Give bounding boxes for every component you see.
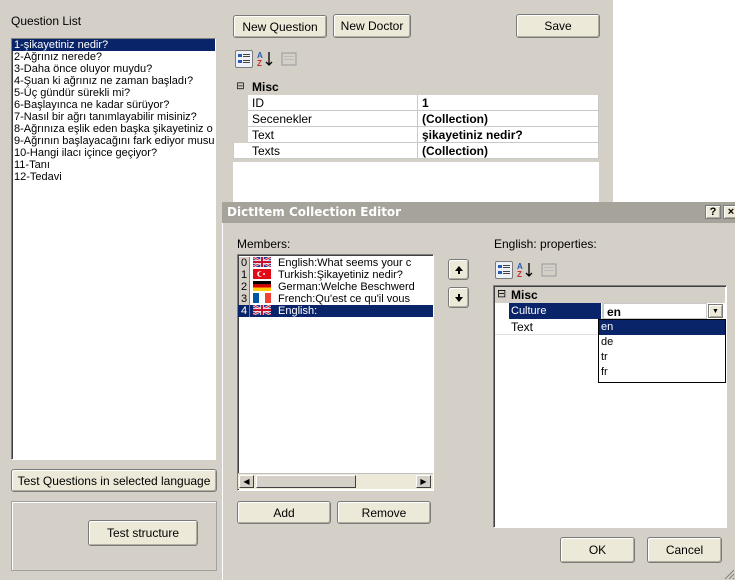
- member-index: 4: [239, 305, 250, 317]
- arrow-down-icon: [454, 293, 463, 302]
- svg-text:Z: Z: [257, 59, 262, 68]
- property-name: Texts: [233, 142, 418, 159]
- new-doctor-button[interactable]: New Doctor: [333, 14, 411, 38]
- remove-button[interactable]: Remove: [337, 501, 431, 524]
- cancel-button[interactable]: Cancel: [647, 537, 722, 563]
- question-list-item[interactable]: 5-Üç gündür sürekli mi?: [12, 87, 215, 99]
- dropdown-arrow-icon[interactable]: ▼: [708, 304, 723, 318]
- scroll-thumb[interactable]: [256, 475, 356, 488]
- property-name-text: Text: [511, 320, 534, 334]
- question-list[interactable]: 1-şikayetiniz nedir? 2-Ağrınız nerede? 3-D…: [11, 38, 216, 460]
- member-index: 1: [239, 269, 250, 281]
- dialog-title: DictItem Collection Editor: [227, 205, 402, 219]
- save-button[interactable]: Save: [516, 14, 600, 38]
- properties-label: English: properties:: [494, 237, 597, 251]
- prop-row-culture[interactable]: Culture en ▼: [495, 303, 725, 319]
- property-grid-body: [233, 162, 599, 205]
- question-list-item[interactable]: 10-Hangi ilacı içince geçiyor?: [12, 147, 215, 159]
- help-button[interactable]: ?: [705, 205, 721, 219]
- culture-option[interactable]: fr: [599, 365, 725, 380]
- question-list-item[interactable]: 7-Nasıl bir ağrı tanımlayabilir misiniz?: [12, 111, 215, 123]
- property-value[interactable]: şikayetiniz nedir?: [417, 126, 599, 143]
- property-name: ID: [247, 94, 418, 111]
- property-value[interactable]: (Collection): [417, 110, 599, 127]
- question-list-item[interactable]: 3-Daha önce oluyor muydu?: [12, 63, 215, 75]
- culture-dropdown-list[interactable]: en de tr fr: [598, 319, 726, 383]
- member-index: 3: [239, 293, 250, 305]
- move-up-button[interactable]: [448, 259, 469, 280]
- property-row[interactable]: ID 1: [233, 94, 599, 111]
- culture-option[interactable]: tr: [599, 350, 725, 365]
- collapse-icon[interactable]: ⊟: [497, 287, 506, 300]
- alphabetical-sort-icon[interactable]: AZ: [256, 50, 274, 68]
- member-text: English:What seems your c: [278, 257, 412, 269]
- property-row[interactable]: Secenekler (Collection): [233, 110, 599, 127]
- member-item[interactable]: 3 French:Qu'est ce qu'il vous: [238, 293, 433, 305]
- member-text: Turkish:Şikayetiniz nedir?: [278, 269, 403, 281]
- test-structure-button[interactable]: Test structure: [88, 520, 198, 546]
- main-property-grid[interactable]: ⊟ Misc ID 1 Secenekler (Collection) Text…: [233, 78, 599, 159]
- property-row[interactable]: Text şikayetiniz nedir?: [233, 126, 599, 143]
- question-list-item[interactable]: 12-Tedavi: [12, 171, 215, 183]
- flag-de-icon: [253, 281, 273, 292]
- question-list-item[interactable]: 6-Başlayınca ne kadar sürüyor?: [12, 99, 215, 111]
- culture-option[interactable]: en: [599, 320, 725, 335]
- member-item[interactable]: 0 English:What seems your c: [238, 257, 433, 269]
- question-list-title: Question List: [11, 14, 82, 28]
- categorized-view-icon[interactable]: [495, 261, 513, 279]
- flag-tr-icon: [253, 269, 273, 280]
- members-hscrollbar[interactable]: ◀ ▶: [238, 473, 433, 489]
- svg-text:Z: Z: [517, 270, 522, 279]
- property-name: Secenekler: [247, 110, 418, 127]
- member-index: 2: [239, 281, 250, 293]
- scroll-left-icon[interactable]: ◀: [239, 475, 254, 488]
- resize-grip-icon[interactable]: [722, 567, 735, 580]
- test-questions-button[interactable]: Test Questions in selected language: [11, 469, 217, 492]
- question-list-item[interactable]: 11-Tanı: [12, 159, 215, 171]
- flag-fr-icon: [253, 293, 273, 304]
- members-list[interactable]: 0 English:What seems your c 1 Turkish:Şikay…: [237, 254, 434, 491]
- question-list-item[interactable]: 4-Şuan ki ağrınız ne zaman başladı?: [12, 75, 215, 87]
- property-name-culture: Culture: [509, 303, 601, 319]
- member-text: English:: [278, 305, 318, 317]
- collapse-icon[interactable]: ⊟: [233, 78, 248, 95]
- main-panel-edge: [613, 0, 735, 205]
- member-item[interactable]: 1 Turkish:Şikayetiniz nedir?: [238, 269, 433, 281]
- move-down-button[interactable]: [448, 287, 469, 308]
- question-list-item[interactable]: 2-Ağrınız nerede?: [12, 51, 215, 63]
- dialog-title-bar[interactable]: DictItem Collection Editor ? ×: [222, 202, 735, 223]
- culture-value[interactable]: en: [603, 303, 707, 319]
- flag-uk-icon: [252, 257, 273, 269]
- property-name: Text: [247, 126, 418, 143]
- arrow-up-icon: [454, 265, 463, 274]
- question-list-item[interactable]: 8-Ağrınıza eşlik eden başka şikayetiniz …: [12, 123, 215, 135]
- question-list-item[interactable]: 9-Ağrının başlayacağını fark ediyor musu…: [12, 135, 215, 147]
- member-text: French:Qu'est ce qu'il vous: [278, 293, 410, 305]
- prop-category-row: ⊟ Misc: [495, 287, 725, 303]
- culture-option[interactable]: de: [599, 335, 725, 350]
- category-misc: Misc: [247, 78, 599, 95]
- property-pages-icon: [540, 261, 558, 279]
- property-row[interactable]: Texts (Collection): [233, 142, 599, 159]
- add-button[interactable]: Add: [237, 501, 331, 524]
- scroll-right-icon[interactable]: ▶: [416, 475, 431, 488]
- new-question-button[interactable]: New Question: [233, 15, 327, 38]
- close-icon[interactable]: ×: [723, 205, 735, 219]
- ok-button[interactable]: OK: [560, 537, 635, 563]
- member-text: German:Welche Beschwerd: [278, 281, 415, 293]
- category-misc: Misc: [511, 288, 538, 302]
- flag-uk-icon: [252, 305, 273, 317]
- property-pages-icon: [280, 50, 298, 68]
- members-label: Members:: [237, 237, 291, 251]
- alphabetical-sort-icon[interactable]: AZ: [516, 261, 534, 279]
- member-index: 0: [239, 257, 250, 269]
- member-item[interactable]: 4 English:: [238, 305, 433, 317]
- categorized-view-icon[interactable]: [235, 50, 253, 68]
- property-value[interactable]: (Collection): [417, 142, 599, 159]
- member-item[interactable]: 2 German:Welche Beschwerd: [238, 281, 433, 293]
- question-list-item[interactable]: 1-şikayetiniz nedir?: [12, 39, 215, 51]
- property-value[interactable]: 1: [417, 94, 599, 111]
